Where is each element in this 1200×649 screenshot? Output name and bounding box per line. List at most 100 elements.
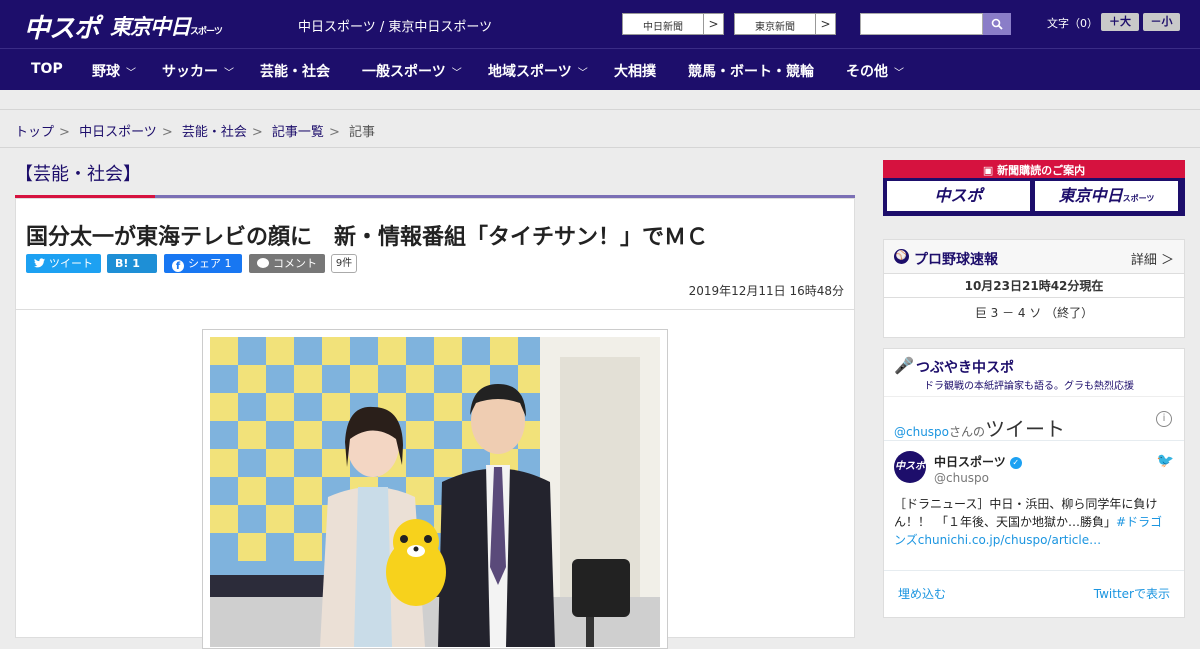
font-larger-button[interactable]: ＋大: [1101, 13, 1139, 31]
score-row[interactable]: 巨 3 － 4 ソ （終了）: [884, 298, 1184, 328]
verified-icon: ✓: [1009, 456, 1022, 469]
font-size-label: 文字（0）: [1047, 17, 1098, 30]
tokyo-logo-text: 東京中日: [110, 15, 191, 39]
nav-label: 競馬・ボート・競輪: [688, 64, 814, 80]
comment-button[interactable]: コメント: [249, 254, 325, 273]
chevron-right-icon: >: [815, 14, 835, 34]
newspaper-icon: ▣: [982, 164, 998, 177]
nav-top[interactable]: TOP: [31, 61, 63, 77]
article-category: 【芸能・社会】: [15, 164, 141, 185]
subscribe-tokyo-button[interactable]: 東京中日スポーツ: [1035, 181, 1178, 211]
subscription-title-text: 新聞購読のご案内: [997, 164, 1086, 177]
chevron-right-icon: >: [703, 14, 723, 34]
breadcrumb-entertainment[interactable]: 芸能・社会: [182, 125, 247, 140]
megaphone-icon: 🎤: [894, 356, 914, 375]
score-timestamp: 10月23日21時42分現在: [884, 274, 1184, 298]
chunichi-shimbun-link[interactable]: 中日新聞 >: [622, 13, 724, 35]
search-icon: [991, 18, 1003, 30]
twitter-handle-link[interactable]: @chuspoさんのツイート: [894, 413, 1065, 442]
chevron-down-icon: ﹀: [577, 68, 588, 79]
chevron-down-icon: ﹀: [451, 68, 462, 79]
nav-soccer[interactable]: サッカー ﹀: [162, 61, 234, 81]
subscribe-chuspo-button[interactable]: 中スポ: [887, 181, 1030, 211]
article-divider: [16, 309, 854, 310]
nav-baseball[interactable]: 野球 ﹀: [92, 61, 136, 81]
baseball-title: プロ野球速報: [914, 252, 998, 268]
search-button[interactable]: [983, 13, 1011, 35]
subscription-title: ▣ 新聞購読のご案内: [883, 162, 1185, 178]
top-header: 中スポ 東京中日スポーツ 中日スポーツ / 東京中日スポーツ 中日新聞 > 東京…: [0, 0, 1200, 48]
article-date: 2019年12月11日 16時48分: [688, 284, 844, 298]
facebook-icon: f: [172, 260, 184, 272]
tokyo-shimbun-link[interactable]: 東京新聞 >: [734, 13, 836, 35]
tweet-text: ［ドラニュース］中日・浜田、柳ら同学年に負けん！！ 「１年後、天国か地獄か…勝負…: [894, 495, 1174, 549]
twitter-handle: @chuspo: [894, 425, 950, 439]
article-box: 国分太一が東海テレビの顔に 新・情報番組「タイチサン！」でＭＣ ツイート B! …: [15, 198, 855, 649]
facebook-share-button[interactable]: f シェア 1: [164, 254, 242, 273]
baseball-details-link[interactable]: 詳細 ＞: [1131, 249, 1174, 268]
subscription-banner: ▣ 新聞購読のご案内 中スポ 東京中日スポーツ: [883, 160, 1185, 216]
twitter-icon: [34, 258, 45, 268]
subscribe-tokyo-label: 東京中日: [1058, 186, 1123, 205]
chunichi-shimbun-label: 中日新聞: [643, 22, 683, 33]
nav-label: 一般スポーツ: [362, 64, 446, 80]
breadcrumb-article-list[interactable]: 記事一覧: [272, 125, 324, 140]
breadcrumb-current: 記事: [348, 125, 375, 140]
twitter-bird-icon: 🐦: [1156, 453, 1174, 469]
embed-link[interactable]: 埋め込む: [898, 585, 946, 602]
nav-label: その他: [846, 64, 888, 80]
tweet-author-name[interactable]: 中日スポーツ ✓: [934, 453, 1022, 470]
breadcrumb: トップ > 中日スポーツ > 芸能・社会 > 記事一覧 > 記事: [0, 110, 1200, 148]
tweets-panel: 🎤 つぶやき中スポ ドラ観戦の本紙評論家も語る。グラも熱烈応援 @chuspoさ…: [883, 348, 1185, 618]
article-headline: 国分太一が東海テレビの顔に 新・情報番組「タイチサン！」でＭＣ: [26, 225, 709, 250]
tweet-button[interactable]: ツイート: [26, 254, 101, 273]
baseball-score-panel: ⚾ プロ野球速報 詳細 ＞ 10月23日21時42分現在 巨 3 － 4 ソ （…: [883, 239, 1185, 338]
main-nav: TOP 野球 ﹀ サッカー ﹀ 芸能・社会 一般スポーツ ﹀ 地域スポーツ ﹀ 大相撲 …: [0, 48, 1200, 90]
photo-illustration: [210, 337, 660, 647]
site-link[interactable]: 中日スポーツ / 東京中日スポーツ: [298, 16, 492, 35]
nav-other[interactable]: その他 ﹀: [846, 61, 904, 81]
facebook-share-label: シェア 1: [188, 257, 232, 270]
nav-entertainment[interactable]: 芸能・社会: [260, 61, 330, 81]
tokyo-shimbun-label: 東京新聞: [755, 22, 795, 33]
article-main: 【芸能・社会】 国分太一が東海テレビの顔に 新・情報番組「タイチサン！」でＭＣ …: [15, 160, 855, 649]
article-photo: [210, 337, 660, 647]
nav-label: 野球: [92, 64, 120, 80]
twitter-handle-big: ツイート: [985, 417, 1066, 441]
comment-count[interactable]: 9件: [331, 254, 357, 273]
tokyo-logo-sub: スポーツ: [190, 27, 223, 37]
view-on-twitter-link[interactable]: Twitterで表示: [1094, 585, 1170, 602]
breadcrumb-top[interactable]: トップ: [15, 125, 54, 140]
tweets-title: つぶやき中スポ: [916, 360, 1014, 376]
nav-general-sports[interactable]: 一般スポーツ ﹀: [362, 61, 462, 81]
font-smaller-button[interactable]: －小: [1143, 13, 1180, 31]
subscribe-tokyo-sub: スポーツ: [1122, 194, 1155, 203]
tweet-label: ツイート: [49, 257, 93, 270]
twitter-handle-suffix: さんの: [949, 425, 986, 439]
nav-label: 地域スポーツ: [488, 64, 572, 80]
nav-label: 大相撲: [614, 64, 656, 80]
comment-label: コメント: [273, 257, 317, 270]
nav-label: サッカー: [162, 64, 218, 80]
tokyo-chunichi-logo[interactable]: 東京中日スポーツ: [110, 11, 223, 41]
article-photo-frame: [202, 329, 668, 649]
author-name-text: 中日スポーツ: [934, 455, 1006, 469]
nav-horse-racing[interactable]: 競馬・ボート・競輪: [688, 61, 814, 81]
hatena-bookmark-button[interactable]: B! 1: [107, 254, 157, 273]
nav-regional-sports[interactable]: 地域スポーツ ﹀: [488, 61, 588, 81]
search-input[interactable]: [860, 13, 983, 35]
ad-gap: [0, 90, 1200, 110]
baseball-icon: ⚾: [894, 249, 909, 264]
nav-sumo[interactable]: 大相撲: [614, 61, 656, 81]
chevron-down-icon: ﹀: [126, 68, 136, 79]
chuspo-logo[interactable]: 中スポ: [24, 8, 100, 45]
tweets-subtitle: ドラ観戦の本紙評論家も語る。グラも熱烈応援: [924, 381, 1134, 392]
chevron-down-icon: ﹀: [224, 68, 234, 79]
avatar[interactable]: 中スポ: [894, 451, 926, 483]
nav-label: TOP: [31, 61, 63, 77]
info-icon[interactable]: i: [1156, 411, 1172, 427]
breadcrumb-chunichi-sports[interactable]: 中日スポーツ: [79, 125, 157, 140]
speech-bubble-icon: [257, 258, 269, 268]
tweet-author-handle[interactable]: @chuspo: [934, 471, 989, 485]
chevron-down-icon: ﹀: [894, 68, 904, 79]
